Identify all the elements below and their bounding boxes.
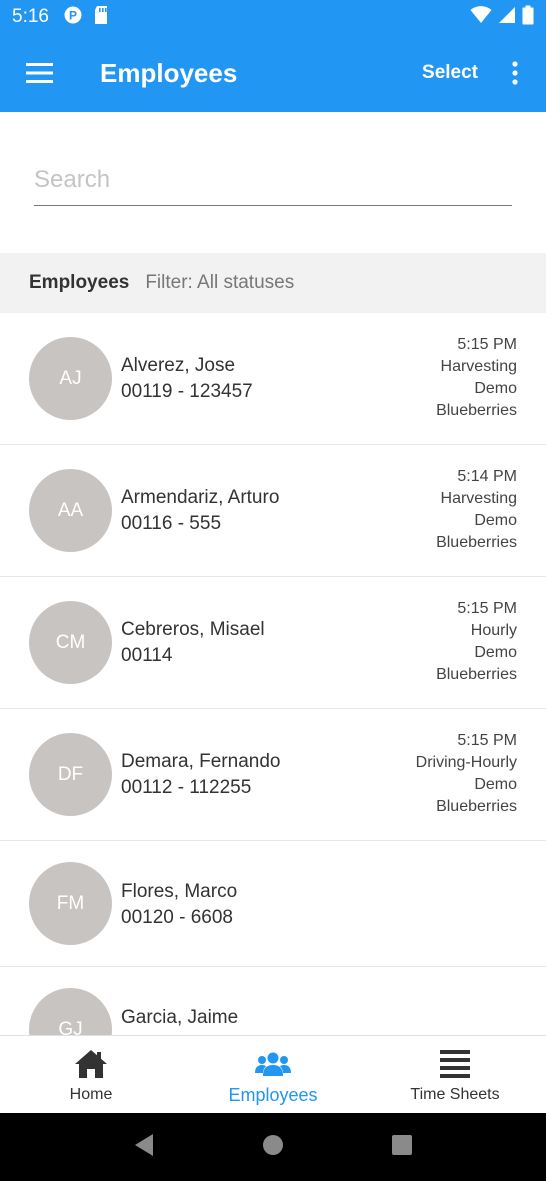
status-crop: Blueberries — [436, 534, 517, 551]
employee-name: Armendariz, Arturo — [121, 487, 280, 508]
avatar: AA — [29, 469, 112, 552]
sd-card-icon — [93, 5, 109, 30]
svg-text:P: P — [69, 8, 77, 22]
status-activity: Harvesting — [440, 490, 517, 507]
signal-icon — [498, 6, 516, 29]
battery-icon — [522, 5, 534, 30]
status-time: 5:14 PM — [457, 468, 517, 485]
nav-time-sheets[interactable]: Time Sheets — [364, 1036, 546, 1114]
list-header: Employees Filter: All statuses — [0, 253, 546, 313]
app-bar: Employees Select — [0, 34, 546, 112]
page-title: Employees — [100, 57, 238, 88]
status-activity: Hourly — [470, 622, 517, 639]
recents-icon[interactable] — [391, 1134, 413, 1161]
employee-id: 00112 - 112255 — [121, 777, 252, 798]
status-time: 5:15 PM — [457, 600, 517, 617]
more-options-button[interactable] — [500, 34, 530, 112]
status-crop: Blueberries — [436, 798, 517, 815]
nav-label: Time Sheets — [410, 1086, 500, 1103]
nav-employees[interactable]: Employees — [182, 1036, 364, 1114]
status-time: 5:16 — [12, 6, 49, 27]
home-icon — [74, 1048, 108, 1080]
system-nav-bar — [0, 1113, 546, 1181]
status-time: 5:15 PM — [457, 336, 517, 353]
employee-name: Demara, Fernando — [121, 751, 281, 772]
list-icon — [439, 1048, 471, 1080]
menu-icon — [26, 63, 53, 83]
people-icon — [255, 1048, 291, 1080]
employee-row[interactable]: AJ Alverez, Jose 00119 - 123457 5:15 PM … — [0, 313, 546, 445]
wifi-icon — [470, 5, 492, 29]
employee-status: 5:14 PM Harvesting Demo Blueberries — [436, 466, 517, 554]
employee-name: Flores, Marco — [121, 881, 238, 902]
status-activity: Driving-Hourly — [415, 754, 517, 771]
menu-button[interactable] — [0, 34, 80, 112]
employee-status: 5:15 PM Hourly Demo Blueberries — [436, 598, 517, 686]
status-crop: Blueberries — [436, 666, 517, 683]
employee-id: 00120 - 6608 — [121, 907, 233, 928]
status-group: Demo — [474, 512, 517, 529]
employee-status: 5:15 PM Harvesting Demo Blueberries — [436, 334, 517, 422]
employee-status: 5:15 PM Driving-Hourly Demo Blueberries — [416, 730, 517, 818]
home-circle-icon[interactable] — [262, 1134, 284, 1161]
status-group: Demo — [474, 644, 517, 661]
status-group: Demo — [474, 380, 517, 397]
employee-name: Cebreros, Misael — [121, 619, 265, 640]
avatar: AJ — [29, 337, 112, 420]
bottom-nav: Home Employees Time Sheets — [0, 1035, 546, 1113]
data-saver-icon: P — [63, 5, 83, 30]
employee-list: AJ Alverez, Jose 00119 - 123457 5:15 PM … — [0, 313, 546, 1035]
status-crop: Blueberries — [436, 402, 517, 419]
employee-id: 00114 — [121, 645, 173, 666]
status-group: Demo — [474, 776, 517, 793]
avatar: FM — [29, 862, 112, 945]
employee-id: 00116 - 555 — [121, 513, 222, 534]
avatar: CM — [29, 601, 112, 684]
nav-label: Home — [69, 1086, 113, 1103]
status-bar: 5:16 P — [0, 0, 546, 34]
employee-name: Garcia, Jaime — [121, 1007, 239, 1028]
employee-row[interactable]: FM Flores, Marco 00120 - 6608 — [0, 841, 546, 967]
employee-row[interactable]: AA Armendariz, Arturo 00116 - 555 5:14 P… — [0, 445, 546, 577]
avatar: DF — [29, 733, 112, 816]
status-filter[interactable]: Filter: All statuses — [145, 272, 294, 294]
nav-home[interactable]: Home — [0, 1036, 182, 1114]
employee-row[interactable]: GJ Garcia, Jaime — [0, 967, 546, 1035]
select-button[interactable]: Select — [422, 62, 478, 84]
search-field — [34, 150, 512, 206]
back-icon[interactable] — [133, 1133, 155, 1162]
status-activity: Harvesting — [440, 358, 517, 375]
avatar: GJ — [29, 988, 112, 1035]
employee-row[interactable]: CM Cebreros, Misael 00114 5:15 PM Hourly… — [0, 577, 546, 709]
status-time: 5:15 PM — [457, 732, 517, 749]
employee-name: Alverez, Jose — [121, 355, 236, 376]
employee-id: 00119 - 123457 — [121, 381, 253, 402]
employee-row[interactable]: DF Demara, Fernando 00112 - 112255 5:15 … — [0, 709, 546, 841]
more-vert-icon — [512, 61, 518, 85]
search-input[interactable] — [34, 150, 512, 204]
nav-label: Employees — [228, 1085, 318, 1105]
list-header-title: Employees — [29, 272, 130, 293]
